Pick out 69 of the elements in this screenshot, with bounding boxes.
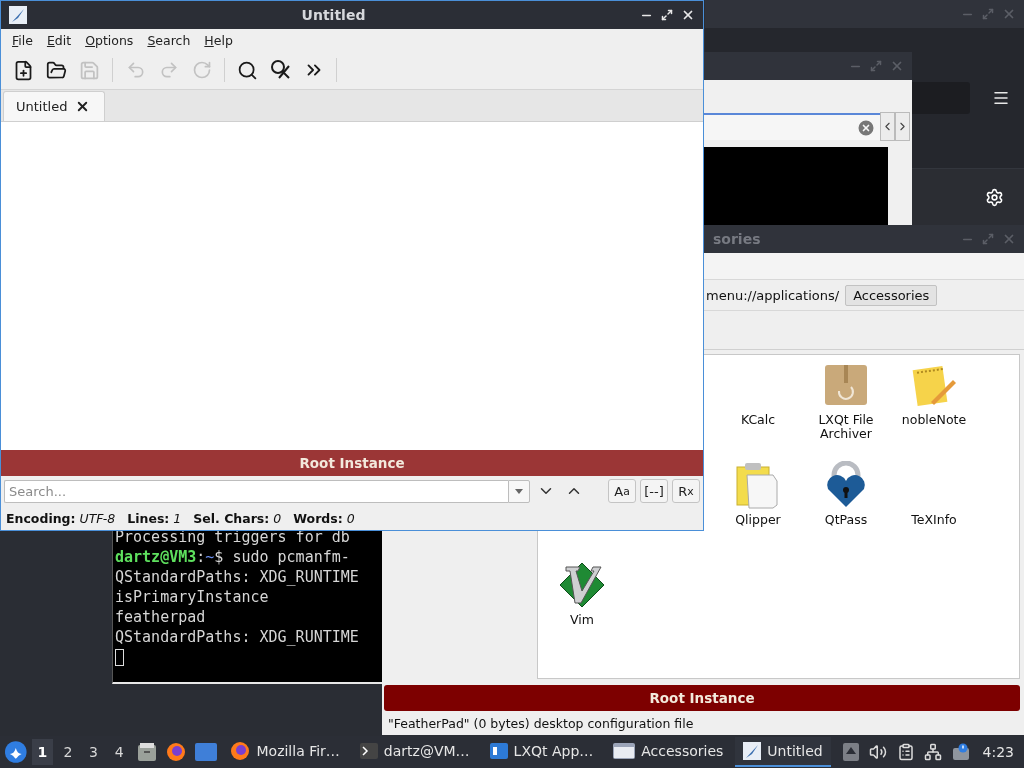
globe-icon bbox=[166, 742, 187, 762]
cursor bbox=[115, 649, 124, 666]
prompt-line: dartz@VM3:~$ sudo pcmanfm- bbox=[115, 547, 351, 567]
search-option-button[interactable]: [--] bbox=[640, 479, 668, 503]
feather-icon bbox=[743, 742, 762, 760]
search-field[interactable]: Search... bbox=[4, 479, 508, 503]
menu-item[interactable]: File bbox=[5, 32, 40, 48]
bird-icon[interactable] bbox=[4, 740, 28, 764]
terminal-line: Processing triggers for db bbox=[115, 527, 351, 547]
close-icon[interactable] bbox=[681, 8, 695, 22]
task-button[interactable]: Untitled bbox=[735, 737, 831, 767]
box-icon bbox=[824, 364, 868, 406]
status-text: "FeatherPad" (0 bytes) desktop configuration file bbox=[387, 714, 695, 733]
task-button[interactable]: dartz@VM… bbox=[351, 737, 478, 767]
notification-icon[interactable] bbox=[951, 743, 970, 761]
desktop-switch[interactable]: 3 bbox=[82, 739, 105, 765]
clipboard-icon bbox=[735, 461, 781, 509]
clear-icon[interactable] bbox=[856, 117, 876, 138]
path-field[interactable]: menu://applications/ bbox=[706, 287, 840, 303]
app-window-icon bbox=[489, 743, 508, 759]
vim-icon bbox=[558, 561, 606, 609]
task-button[interactable]: Mozilla Fir… bbox=[222, 737, 348, 767]
status-item: Sel. Chars: 0 bbox=[193, 510, 282, 526]
globe-icon bbox=[230, 741, 251, 761]
network-icon[interactable] bbox=[924, 743, 943, 761]
status-item: Encoding: UTF-8 bbox=[6, 510, 116, 526]
terminal-icon bbox=[359, 743, 378, 759]
app-item[interactable]: Qlipper bbox=[714, 461, 802, 561]
task-button[interactable]: LXQt App… bbox=[481, 737, 602, 767]
desktop-icon[interactable] bbox=[194, 743, 217, 761]
dropdown-button[interactable] bbox=[508, 479, 530, 503]
menu-item[interactable]: Edit bbox=[39, 32, 79, 48]
back-button[interactable] bbox=[880, 112, 895, 141]
menu-item[interactable]: Options bbox=[78, 32, 141, 48]
app-item[interactable]: TeXInfo bbox=[890, 461, 978, 561]
file-cabinet-icon[interactable] bbox=[136, 742, 157, 762]
tab[interactable]: Untitled bbox=[3, 91, 106, 121]
desktop-switch[interactable]: 2 bbox=[57, 739, 79, 765]
menu-item[interactable]: Search bbox=[140, 32, 198, 48]
app-item[interactable]: Vim bbox=[538, 561, 626, 661]
forward-button[interactable] bbox=[895, 112, 910, 141]
root-instance-banner: Root Instance bbox=[1, 450, 703, 476]
window-icon bbox=[613, 743, 636, 759]
volume-icon[interactable] bbox=[869, 743, 888, 761]
status-item: Lines: 1 bbox=[127, 510, 182, 526]
app-item[interactable]: LXQt File Archiver bbox=[802, 361, 890, 461]
menu-icon[interactable] bbox=[992, 89, 1010, 107]
app-item[interactable]: QtPass bbox=[802, 461, 890, 561]
maximize-icon[interactable] bbox=[661, 9, 673, 21]
clipboard-icon[interactable] bbox=[896, 743, 915, 761]
terminal-line: QStandardPaths: XDG_RUNTIME bbox=[115, 627, 360, 647]
menu-item[interactable]: Help bbox=[197, 32, 240, 48]
task-button[interactable]: Accessories bbox=[605, 737, 732, 767]
desktop-switch[interactable]: 4 bbox=[108, 739, 130, 765]
terminal-line: QStandardPaths: XDG_RUNTIME bbox=[115, 567, 360, 587]
root-instance-banner: Root Instance bbox=[384, 685, 1020, 711]
desktop-switch[interactable]: 1 bbox=[31, 739, 54, 765]
status-item: Words: 0 bbox=[293, 510, 355, 526]
feather-icon bbox=[9, 6, 27, 24]
terminal-line: featherpad bbox=[115, 607, 207, 627]
window-title: sories bbox=[713, 231, 761, 247]
window-title: Untitled bbox=[301, 7, 366, 23]
search-field[interactable] bbox=[704, 113, 880, 140]
breadcrumb-button[interactable]: Accessories bbox=[845, 284, 938, 306]
settings-icon[interactable] bbox=[985, 187, 1004, 207]
app-item[interactable]: KCalc bbox=[714, 361, 802, 461]
clock: 4:23 bbox=[981, 744, 1015, 760]
terminal-line: isPrimaryInstance bbox=[115, 587, 270, 607]
app-item[interactable]: nobleNote bbox=[890, 361, 978, 461]
